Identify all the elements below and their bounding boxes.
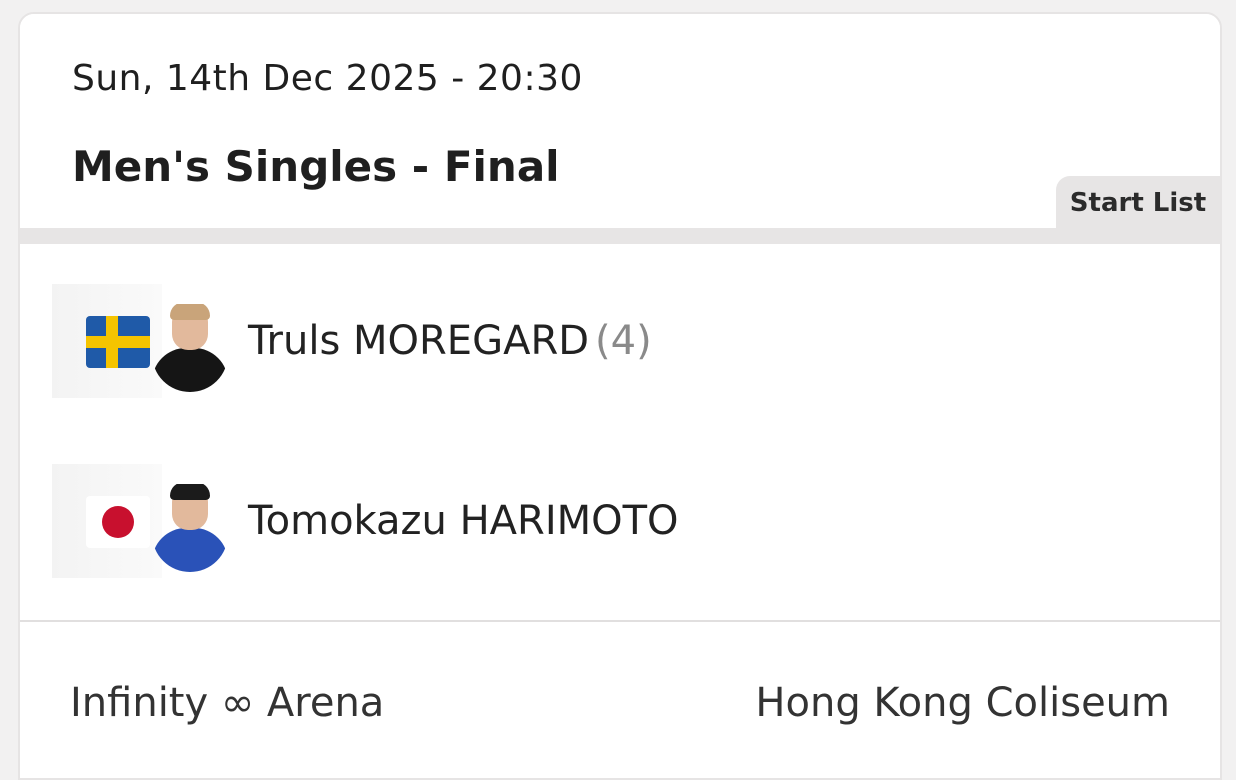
header-divider: [20, 228, 1220, 244]
player-name-text: Truls MOREGARD: [248, 318, 590, 364]
sweden-flag-icon: [86, 316, 150, 368]
player-seed: (4): [595, 318, 652, 364]
event-title: Men's Singles - Final: [72, 142, 560, 191]
player-avatar: [152, 484, 228, 572]
player-name[interactable]: Tomokazu HARIMOTO: [248, 498, 679, 544]
venue-location: Hong Kong Coliseum: [755, 680, 1170, 726]
player-name-text: Tomokazu HARIMOTO: [248, 498, 679, 544]
flag-container: [52, 464, 162, 578]
venue-arena: Infinity ∞ Arena: [70, 680, 385, 726]
match-header: Sun, 14th Dec 2025 - 20:30 Men's Singles…: [20, 14, 1220, 228]
venue-footer: Infinity ∞ Arena Hong Kong Coliseum: [20, 620, 1220, 778]
player-avatar: [152, 304, 228, 392]
player-name[interactable]: Truls MOREGARD (4): [248, 318, 652, 364]
player-row[interactable]: Truls MOREGARD (4): [20, 284, 1220, 400]
japan-flag-icon: [86, 496, 150, 548]
player-row[interactable]: Tomokazu HARIMOTO: [20, 464, 1220, 580]
players-list: Truls MOREGARD (4) Tomokazu HARIMOTO: [20, 244, 1220, 620]
match-datetime: Sun, 14th Dec 2025 - 20:30: [72, 58, 583, 99]
start-list-button[interactable]: Start List: [1056, 176, 1220, 230]
flag-container: [52, 284, 162, 398]
match-card[interactable]: Sun, 14th Dec 2025 - 20:30 Men's Singles…: [18, 12, 1222, 780]
